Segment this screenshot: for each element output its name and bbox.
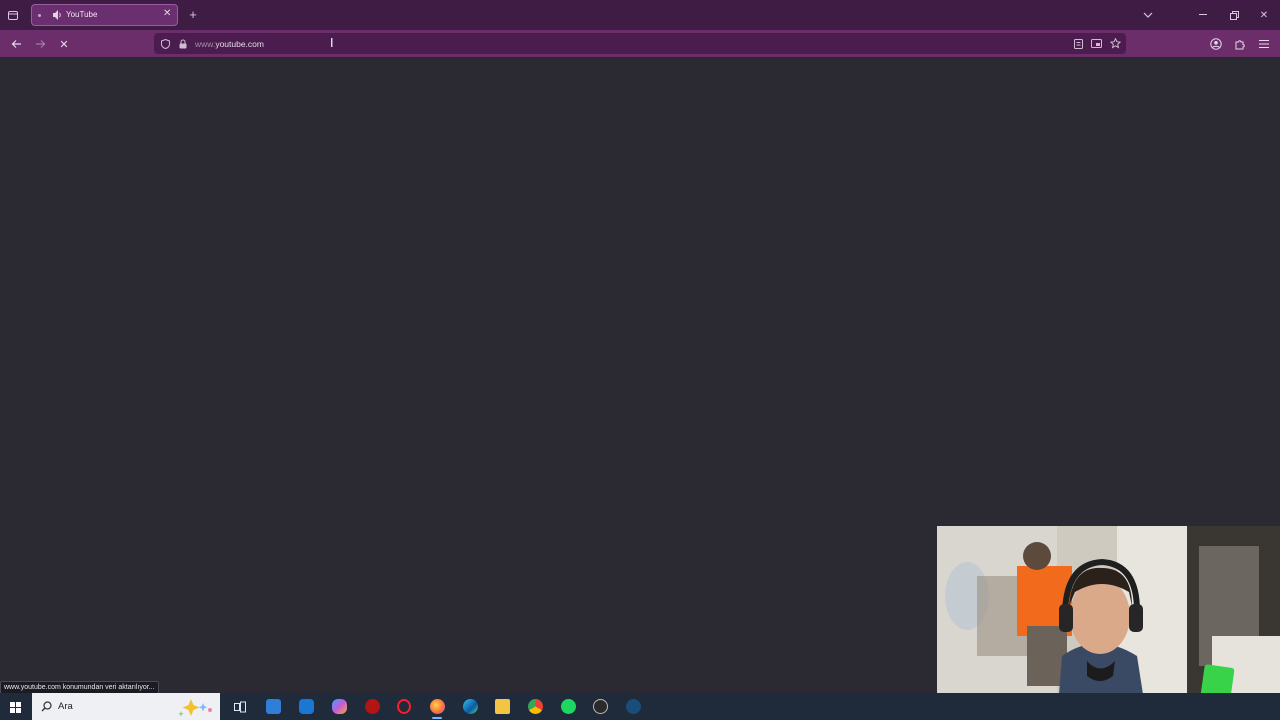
lock-icon[interactable] <box>177 37 189 50</box>
search-placeholder: Ara <box>58 701 73 712</box>
tab-youtube[interactable]: YouTube ✕ <box>31 4 178 26</box>
copilot-icon[interactable] <box>332 699 347 714</box>
bookmark-star-icon[interactable] <box>1109 36 1121 50</box>
spotify-icon[interactable] <box>561 699 576 714</box>
url-domain: youtube.com <box>215 39 264 49</box>
close-tab-icon[interactable]: ✕ <box>163 8 171 19</box>
minimize-icon[interactable] <box>1196 8 1210 22</box>
windows-start-icon[interactable] <box>8 700 22 714</box>
tab-title: YouTube <box>66 10 98 19</box>
picture-in-picture-icon[interactable] <box>1090 37 1102 50</box>
forward-arrow-icon[interactable] <box>32 36 48 52</box>
webcam-overlay <box>937 526 1280 720</box>
search-highlight-icon[interactable] <box>176 696 216 718</box>
tab-strip: YouTube ✕ + ✕ <box>0 0 1280 30</box>
close-window-icon[interactable]: ✕ <box>1257 8 1271 22</box>
extensions-icon[interactable] <box>1232 36 1248 52</box>
speaker-icon[interactable] <box>52 8 62 26</box>
firefox-active-indicator <box>432 717 442 719</box>
outlook-icon[interactable] <box>299 699 314 714</box>
navigation-bar: ✕ www.youtube.com <box>0 30 1280 57</box>
back-arrow-icon[interactable] <box>8 36 24 52</box>
firefox-icon[interactable] <box>430 699 445 714</box>
url-prefix: www. <box>195 39 216 49</box>
opera-icon[interactable] <box>397 699 411 714</box>
tracking-protection-shield-icon[interactable] <box>159 37 171 50</box>
edge-icon[interactable] <box>463 699 478 714</box>
chrome-icon[interactable] <box>528 699 543 714</box>
taskbar-search-box[interactable]: Ara <box>32 693 220 720</box>
reader-view-icon[interactable] <box>1072 37 1084 50</box>
red-app-icon[interactable] <box>365 699 380 714</box>
text-cursor-icon: I <box>330 36 334 50</box>
steam-icon[interactable] <box>626 699 641 714</box>
restore-icon[interactable] <box>1227 8 1241 22</box>
firefox-view-icon[interactable] <box>5 7 21 23</box>
list-tabs-icon[interactable] <box>1141 8 1155 22</box>
account-icon[interactable] <box>1208 36 1224 52</box>
menu-hamburger-icon[interactable] <box>1256 36 1272 52</box>
address-bar[interactable]: www.youtube.com <box>154 33 1126 54</box>
microsoft-store-icon[interactable] <box>266 699 281 714</box>
new-tab-button[interactable]: + <box>186 6 200 22</box>
obs-icon[interactable] <box>593 699 608 714</box>
search-icon <box>40 700 52 712</box>
file-explorer-icon[interactable] <box>495 699 510 714</box>
tab-loading-dot <box>38 14 41 17</box>
url-text[interactable]: www.youtube.com <box>195 39 264 49</box>
stop-loading-icon[interactable]: ✕ <box>56 36 72 52</box>
task-view-icon[interactable] <box>232 699 247 714</box>
taskbar: Ara <box>0 693 1280 720</box>
webcam-image <box>937 526 1280 720</box>
